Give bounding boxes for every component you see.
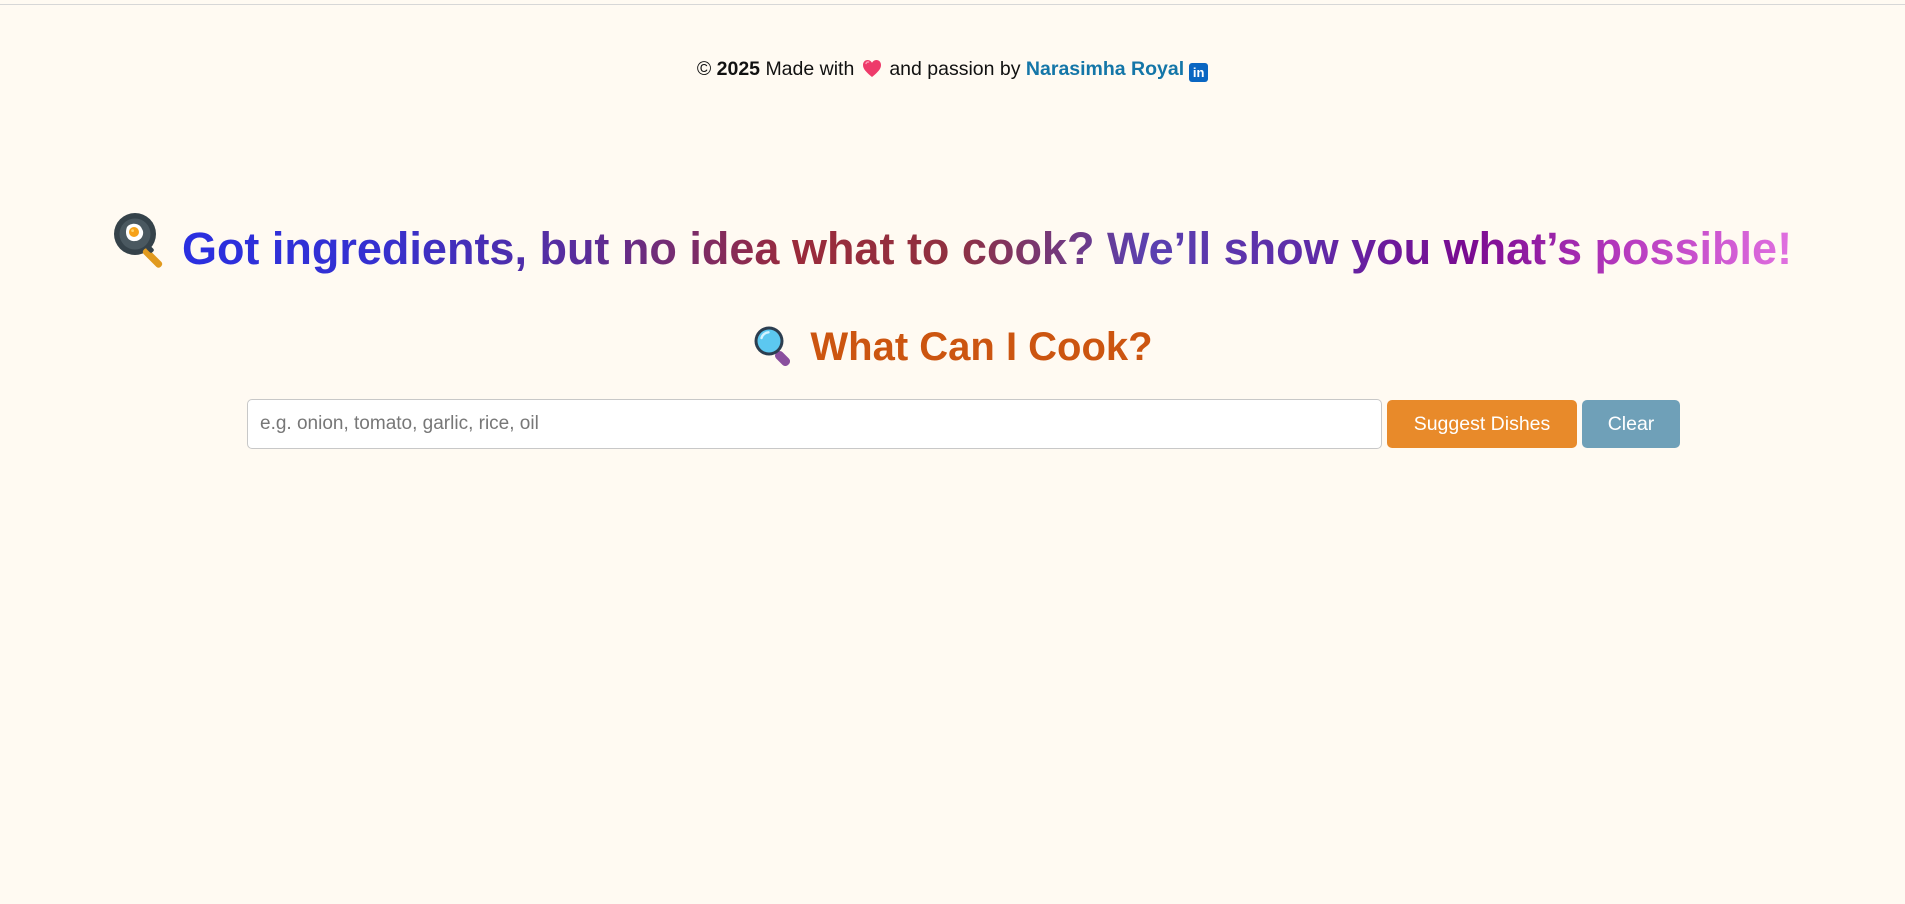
made-with-text: Made with xyxy=(765,58,855,80)
hero-heading: Got ingredients, but no idea what to coo… xyxy=(0,212,1905,281)
magnifier-icon xyxy=(752,324,794,378)
heart-icon xyxy=(862,59,882,85)
copyright-symbol: © xyxy=(696,58,712,80)
and-passion-by-text: and passion by xyxy=(889,58,1021,80)
finder-title-row: What Can I Cook? xyxy=(0,322,1905,378)
credit-line: © 2025 Made with and passion by Narasimha… xyxy=(0,56,1905,85)
frying-pan-egg-icon xyxy=(113,212,169,281)
copyright-year: 2025 xyxy=(716,58,761,80)
suggest-dishes-button[interactable]: Suggest Dishes xyxy=(1387,400,1577,448)
linkedin-icon[interactable]: in xyxy=(1189,63,1209,82)
finder-title: What Can I Cook? xyxy=(810,325,1153,369)
hero-text: Got ingredients, but no idea what to coo… xyxy=(181,223,1793,274)
clear-button[interactable]: Clear xyxy=(1582,400,1680,448)
author-link[interactable]: Narasimha Royal xyxy=(1026,58,1184,80)
ingredient-search-bar: Suggest Dishes Clear xyxy=(247,399,1680,449)
ingredients-input[interactable] xyxy=(247,399,1382,449)
top-divider xyxy=(0,4,1905,5)
